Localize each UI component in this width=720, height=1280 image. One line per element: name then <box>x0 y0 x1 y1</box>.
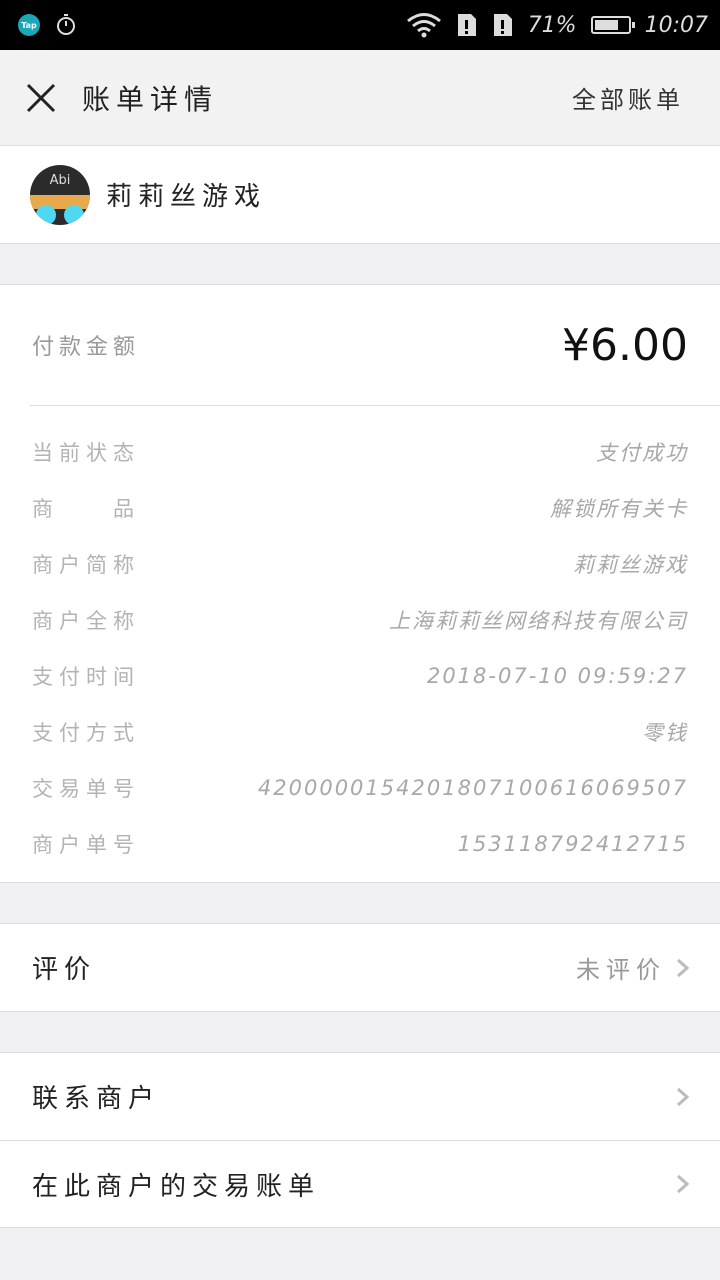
tap-app-icon: Tap <box>18 14 40 36</box>
chevron-right-icon <box>677 958 690 977</box>
status-bar-left: Tap <box>18 13 78 37</box>
status-bar-right: 71% 10:07 <box>406 12 708 38</box>
info-label: 交易单号 <box>32 777 140 801</box>
merchant-row[interactable]: Abi 莉莉丝游戏 <box>0 146 720 244</box>
chevron-right-icon <box>677 1087 690 1106</box>
battery-level <box>594 20 618 30</box>
info-row-status: 当前状态 支付成功 <box>0 424 720 480</box>
contact-merchant-cell[interactable]: 联系商户 <box>0 1053 720 1140</box>
battery-percent: 71% <box>527 12 577 38</box>
info-value: 上海莉莉丝网络科技有限公司 <box>389 609 688 633</box>
info-list: 当前状态 支付成功 商 品 解锁所有关卡 商户简称 莉莉丝游戏 商户全称 上海莉… <box>0 406 720 882</box>
review-right: 未评价 <box>576 950 690 985</box>
info-label: 商户全称 <box>32 609 140 633</box>
bill-details: 付款金额 ¥6.00 当前状态 支付成功 商 品 解锁所有关卡 商户简称 莉莉丝… <box>0 284 720 883</box>
info-label: 当前状态 <box>32 441 140 465</box>
avatar-text: Abi <box>49 172 71 188</box>
amount-label: 付款金额 <box>32 335 141 360</box>
close-icon <box>26 83 56 112</box>
merchant-avatar: Abi <box>30 164 90 225</box>
info-value: 零钱 <box>642 721 688 745</box>
info-row-merchant-full: 商户全称 上海莉莉丝网络科技有限公司 <box>0 592 720 648</box>
info-label: 商户单号 <box>32 833 140 857</box>
header: 账单详情 全部账单 <box>0 50 720 146</box>
all-bills-link[interactable]: 全部账单 <box>572 80 684 115</box>
info-value: 支付成功 <box>596 441 688 465</box>
review-group: 评价 未评价 <box>0 923 720 1012</box>
info-label: 商 品 <box>32 497 140 521</box>
merchant-bills-label: 在此商户的交易账单 <box>32 1171 321 1202</box>
chevron-right-icon <box>677 1174 690 1194</box>
info-value[interactable]: 4200000154201807100616069507 <box>258 776 688 800</box>
amount-value: ¥6.00 <box>562 319 688 371</box>
info-row-merchant-short: 商户简称 莉莉丝游戏 <box>0 536 720 592</box>
close-button[interactable] <box>24 81 58 115</box>
info-label: 商户简称 <box>32 553 140 577</box>
wifi-icon <box>406 13 441 38</box>
merchant-name: 莉莉丝游戏 <box>106 182 267 212</box>
info-value[interactable]: 153118792412715 <box>458 832 688 856</box>
page-title: 账单详情 <box>82 82 219 116</box>
review-cell[interactable]: 评价 未评价 <box>0 924 720 1011</box>
stopwatch-icon <box>57 14 75 35</box>
contact-merchant-label: 联系商户 <box>32 1084 161 1114</box>
sim-card-alert-icon <box>457 14 476 36</box>
merchant-bills-cell[interactable]: 在此商户的交易账单 <box>0 1140 720 1227</box>
info-row-merchant-order-no: 商户单号 153118792412715 <box>0 816 720 872</box>
info-label: 支付方式 <box>32 721 140 745</box>
info-row-pay-time: 支付时间 2018-07-10 09:59:27 <box>0 648 720 704</box>
info-row-product: 商 品 解锁所有关卡 <box>0 480 720 536</box>
battery-icon <box>590 16 635 34</box>
review-label: 评价 <box>32 955 97 985</box>
info-label: 支付时间 <box>32 665 140 689</box>
review-status: 未评价 <box>576 956 666 984</box>
info-row-pay-method: 支付方式 零钱 <box>0 704 720 760</box>
actions-group: 联系商户 在此商户的交易账单 <box>0 1052 720 1228</box>
clock: 10:07 <box>644 12 708 38</box>
info-value: 2018-07-10 09:59:27 <box>426 664 688 688</box>
header-left: 账单详情 <box>24 78 218 118</box>
info-value: 解锁所有关卡 <box>550 497 688 521</box>
sim-card-alert-icon-2 <box>493 14 512 36</box>
status-bar: Tap 71% 10:07 <box>0 0 720 50</box>
amount-row: 付款金额 ¥6.00 <box>0 285 720 405</box>
info-value: 莉莉丝游戏 <box>573 553 688 577</box>
info-row-transaction-no: 交易单号 4200000154201807100616069507 <box>0 760 720 816</box>
